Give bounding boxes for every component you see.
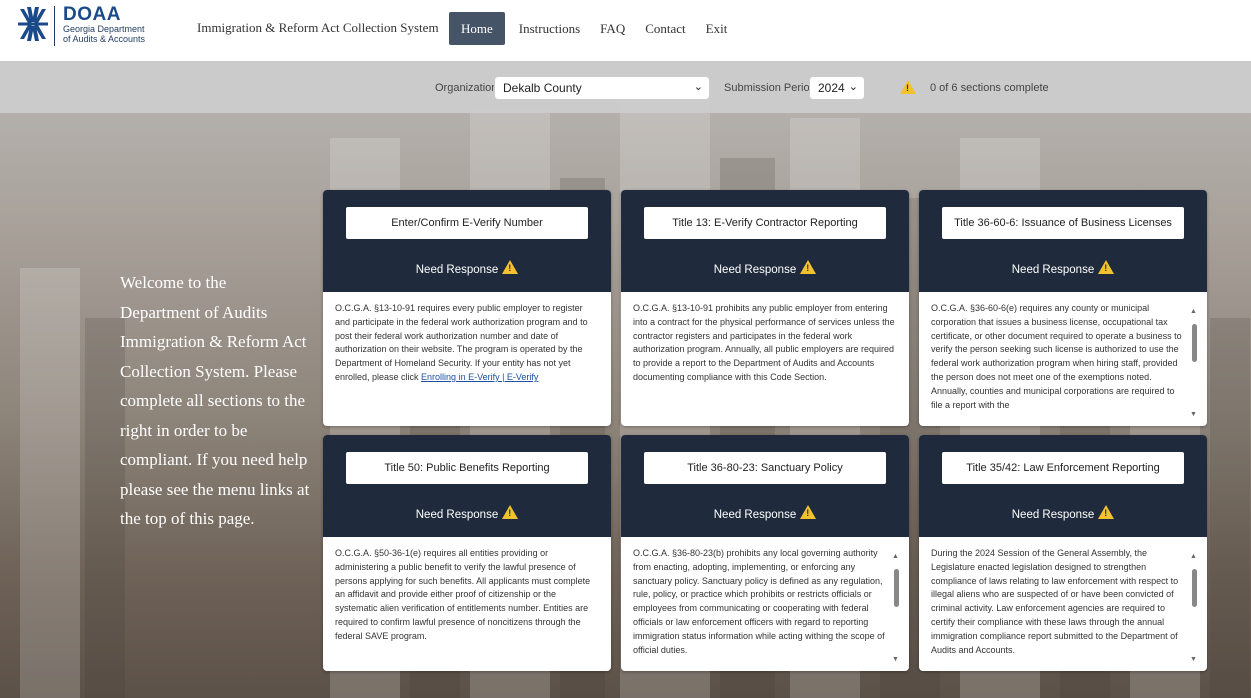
card-header: Title 36-80-23: Sanctuary Policy Need Re…	[621, 435, 909, 537]
main-nav: Home Instructions FAQ Contact Exit	[449, 12, 737, 45]
section-card-title36-60-6: Title 36-60-6: Issuance of Business Lice…	[919, 190, 1207, 426]
card-status: Need Response!	[323, 260, 611, 276]
top-header: DOAA Georgia Department of Audits & Acco…	[0, 0, 1251, 61]
progress-text: 0 of 6 sections complete	[930, 82, 1049, 94]
card-status: Need Response!	[621, 260, 909, 276]
logo-title: DOAA	[63, 4, 121, 25]
card-header: Enter/Confirm E-Verify Number Need Respo…	[323, 190, 611, 292]
logo-divider	[54, 6, 55, 46]
organization-value: Dekalb County	[503, 81, 582, 95]
logo-subtitle-line1: Georgia Department	[63, 24, 145, 34]
app-title: Immigration & Reform Act Collection Syst…	[197, 20, 439, 35]
chevron-down-icon: ⌄	[848, 81, 858, 93]
card-title-button[interactable]: Title 36-80-23: Sanctuary Policy	[644, 452, 886, 484]
submission-period-select[interactable]: 2024 ⌄	[809, 76, 865, 100]
welcome-message: Welcome to the Department of Audits Immi…	[120, 273, 310, 528]
description-text: O.C.G.A. §13-10-91 requires every public…	[335, 303, 588, 382]
card-status: Need Response!	[919, 260, 1207, 276]
section-card-title36-80-23: Title 36-80-23: Sanctuary Policy Need Re…	[621, 435, 909, 671]
card-title-button[interactable]: Title 13: E-Verify Contractor Reporting	[644, 207, 886, 239]
logo-subtitle-line2: of Audits & Accounts	[63, 34, 146, 44]
scroll-up-icon[interactable]: ▲	[1190, 553, 1197, 560]
nav-exit[interactable]: Exit	[696, 12, 738, 45]
card-description: O.C.G.A. §36-60-6(e) requires any county…	[931, 303, 1182, 410]
card-description: O.C.G.A. §50-36-1(e) requires all entiti…	[335, 548, 591, 641]
scroll-thumb[interactable]	[1192, 569, 1197, 607]
nav-contact[interactable]: Contact	[635, 12, 695, 45]
warning-icon: !	[502, 505, 519, 519]
scroll-thumb[interactable]	[1192, 324, 1197, 362]
scroll-thumb[interactable]	[894, 569, 899, 607]
card-status: Need Response!	[621, 505, 909, 521]
scroll-up-icon[interactable]: ▲	[1190, 308, 1197, 315]
card-description: During the 2024 Session of the General A…	[931, 548, 1179, 655]
status-text: Need Response	[415, 509, 499, 521]
warning-icon: !	[1098, 505, 1115, 519]
organization-select[interactable]: Dekalb County ⌄	[494, 76, 710, 100]
card-scrollbar[interactable]: ▲ ▼	[1190, 553, 1199, 663]
section-card-everify-number: Enter/Confirm E-Verify Number Need Respo…	[323, 190, 611, 426]
status-text: Need Response	[713, 509, 797, 521]
card-title-button[interactable]: Title 36-60-6: Issuance of Business Lice…	[942, 207, 1184, 239]
filter-bar: Organization: Dekalb County ⌄ Submission…	[0, 61, 1251, 113]
scroll-down-icon[interactable]: ▼	[892, 656, 899, 663]
warning-icon: !	[800, 505, 817, 519]
scroll-up-icon[interactable]: ▲	[892, 553, 899, 560]
scroll-down-icon[interactable]: ▼	[1190, 656, 1197, 663]
status-text: Need Response	[1011, 509, 1095, 521]
card-header: Title 13: E-Verify Contractor Reporting …	[621, 190, 909, 292]
card-title-button[interactable]: Title 50: Public Benefits Reporting	[346, 452, 588, 484]
section-card-title35-42: Title 35/42: Law Enforcement Reporting N…	[919, 435, 1207, 671]
card-scrollbar[interactable]: ▲ ▼	[1190, 308, 1199, 418]
section-card-title50: Title 50: Public Benefits Reporting Need…	[323, 435, 611, 671]
doaa-logo-icon	[18, 6, 48, 42]
doaa-logo[interactable]: DOAA Georgia Department of Audits & Acco…	[18, 4, 146, 46]
submission-period-label: Submission Period:	[724, 82, 819, 94]
card-scrollbar[interactable]: ▲ ▼	[892, 553, 901, 663]
scroll-down-icon[interactable]: ▼	[1190, 411, 1197, 418]
everify-enroll-link[interactable]: Enrolling in E-Verify | E-Verify	[421, 372, 538, 382]
card-description: O.C.G.A. §13-10-91 prohibits any public …	[633, 303, 895, 382]
status-text: Need Response	[713, 264, 797, 276]
card-title-button[interactable]: Title 35/42: Law Enforcement Reporting	[942, 452, 1184, 484]
warning-icon: !	[1098, 260, 1115, 274]
chevron-down-icon: ⌄	[693, 81, 703, 93]
logo-text: DOAA Georgia Department of Audits & Acco…	[63, 4, 146, 44]
nav-home[interactable]: Home	[449, 12, 505, 45]
submission-period-value: 2024	[818, 81, 845, 95]
card-header: Title 50: Public Benefits Reporting Need…	[323, 435, 611, 537]
section-card-title13: Title 13: E-Verify Contractor Reporting …	[621, 190, 909, 426]
nav-faq[interactable]: FAQ	[590, 12, 635, 45]
warning-icon: !	[900, 80, 916, 94]
organization-label: Organization:	[435, 82, 501, 94]
card-description: O.C.G.A. §36-80-23(b) prohibits any loca…	[633, 548, 885, 655]
status-text: Need Response	[1011, 264, 1095, 276]
nav-instructions[interactable]: Instructions	[509, 12, 590, 45]
card-status: Need Response!	[323, 505, 611, 521]
warning-icon: !	[502, 260, 519, 274]
card-status: Need Response!	[919, 505, 1207, 521]
card-description: O.C.G.A. §13-10-91 requires every public…	[335, 302, 597, 385]
warning-icon: !	[800, 260, 817, 274]
card-header: Title 35/42: Law Enforcement Reporting N…	[919, 435, 1207, 537]
status-text: Need Response	[415, 264, 499, 276]
card-title-button[interactable]: Enter/Confirm E-Verify Number	[346, 207, 588, 239]
card-header: Title 36-60-6: Issuance of Business Lice…	[919, 190, 1207, 292]
